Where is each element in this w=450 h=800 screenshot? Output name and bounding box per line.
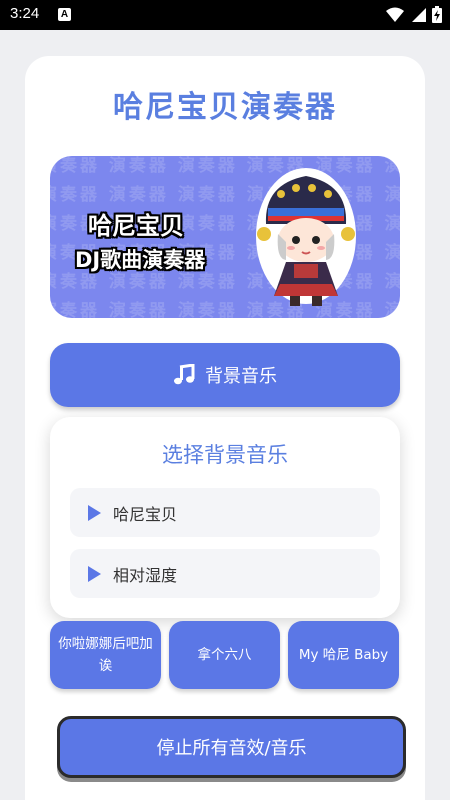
battery-icon [432,6,442,23]
notification-badge-icon: A [58,8,71,21]
sound-button-2[interactable]: 拿个六八 [169,621,280,689]
sound-button-3[interactable]: My 哈尼 Baby [288,621,399,689]
stop-all-button[interactable]: 停止所有音效/音乐 [57,716,406,778]
music-item-relative-humidity[interactable]: 相对湿度 [70,549,380,598]
app-title: 哈尼宝贝演奏器 [113,90,337,125]
play-icon [88,565,101,582]
status-bar: 3:24 A [0,0,450,30]
background-music-label: 背景音乐 [205,366,277,387]
sound-button-label: 你啦娜娜后吧加诶 [58,636,153,674]
sound-button-1[interactable]: 你啦娜娜后吧加诶 [50,621,161,689]
music-note-icon [174,364,195,385]
hani-doll-illustration [256,168,356,306]
banner-subtitle: DJ歌曲演奏器 [75,248,206,272]
hero-banner: 演奏器 演奏器 演奏器 演奏器 演奏器 演奏器 演奏器 演奏器 演奏器 演奏器 … [50,156,400,318]
signal-icon [412,7,426,22]
wifi-icon [386,7,404,22]
status-time: 3:24 [10,5,40,22]
background-music-panel: 选择背景音乐 哈尼宝贝 相对湿度 [50,417,400,618]
panel-title: 选择背景音乐 [162,443,288,467]
music-item-hani-baby[interactable]: 哈尼宝贝 [70,488,380,537]
stop-all-label: 停止所有音效/音乐 [156,738,307,759]
sound-button-label: My 哈尼 Baby [298,647,389,663]
sound-button-label: 拿个六八 [197,647,252,663]
play-icon [88,504,101,521]
background-music-button[interactable]: 背景音乐 [50,343,400,407]
banner-title: 哈尼宝贝 [88,212,184,240]
status-icons [386,6,442,23]
music-item-label: 哈尼宝贝 [113,504,178,524]
music-item-label: 相对湿度 [113,565,178,585]
